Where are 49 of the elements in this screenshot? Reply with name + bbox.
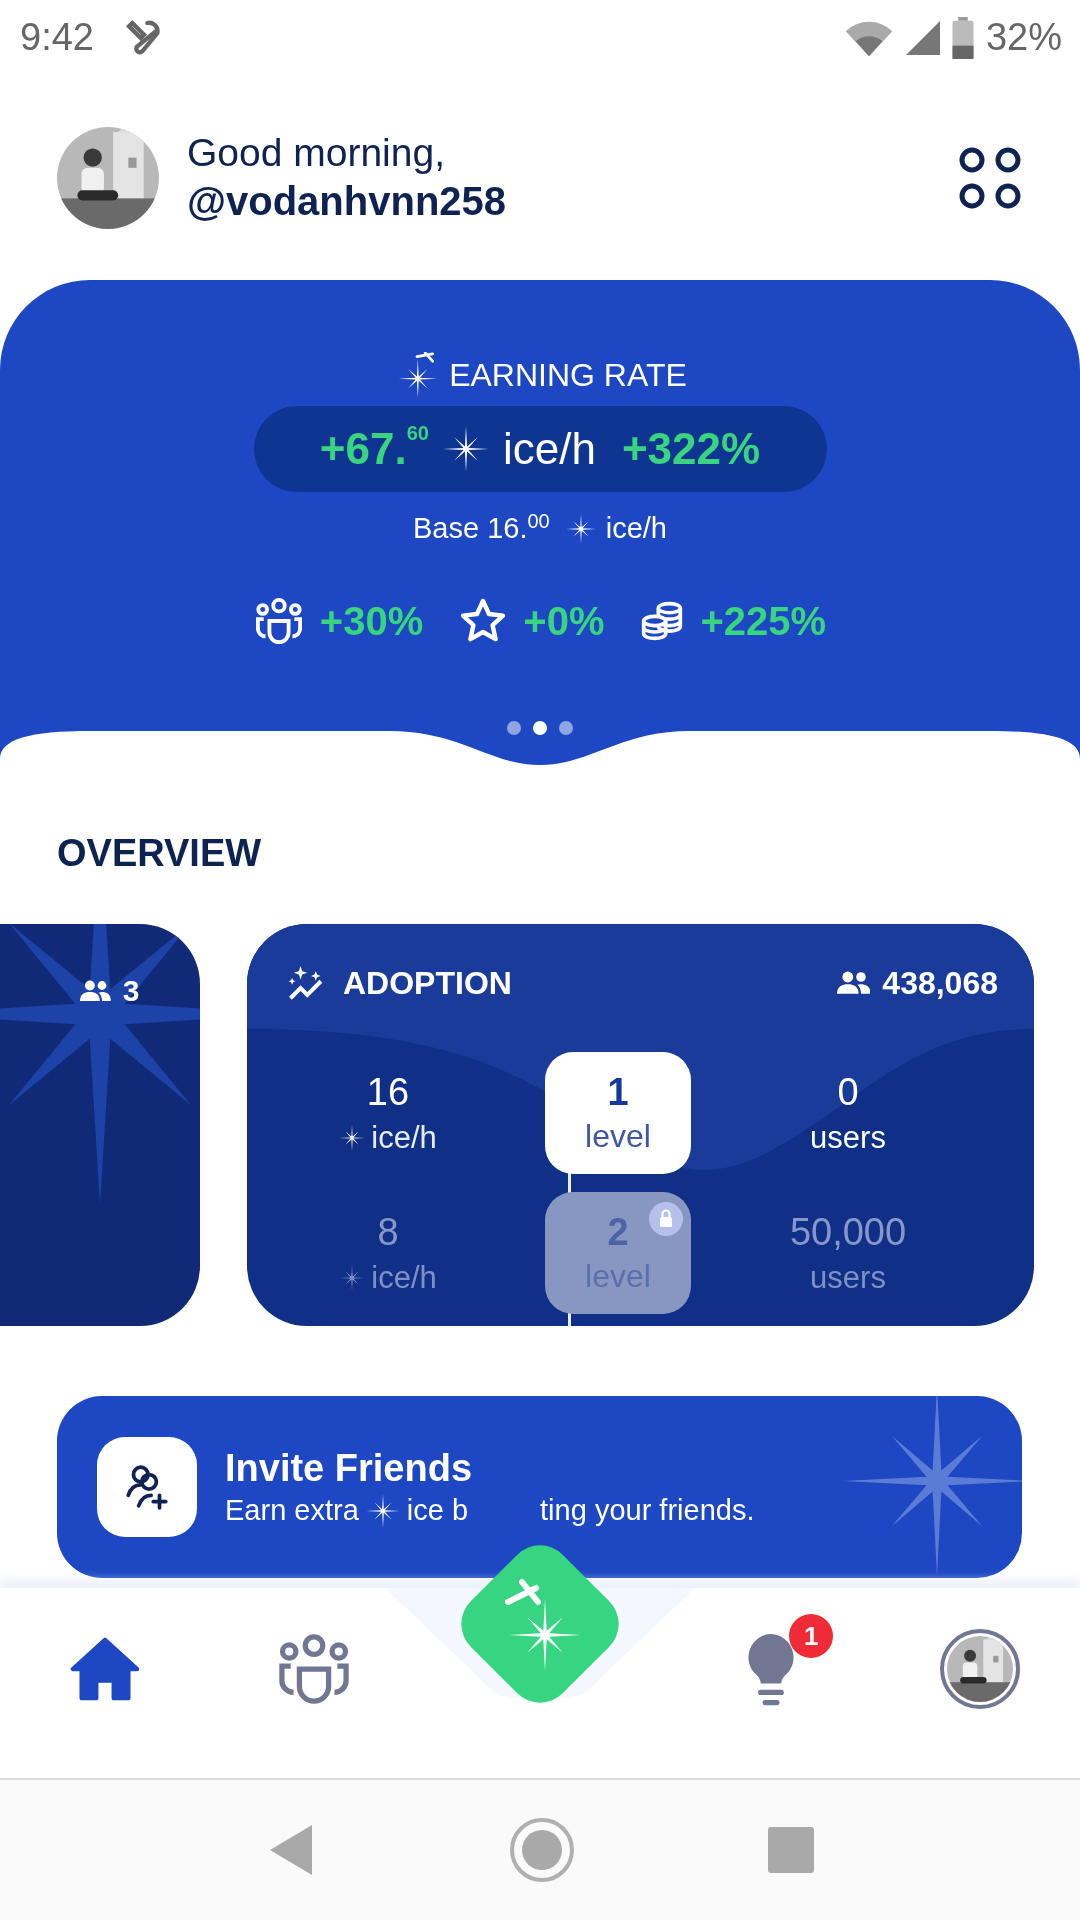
home-button-icon[interactable] <box>508 1816 576 1884</box>
users-label: users <box>810 1259 886 1296</box>
adoption-title: ADOPTION <box>343 964 512 1002</box>
rate-unit: ice/h <box>502 424 596 474</box>
rate-value: 16 <box>366 1070 410 1114</box>
users-icon <box>80 980 111 1002</box>
battery-level: 32% <box>985 16 1062 59</box>
bonus-percent: +225% <box>700 598 827 644</box>
page-dot[interactable] <box>533 721 547 735</box>
username: @vodanhvnn258 <box>187 179 508 224</box>
base-rate: Base 16.$^{00}$ <box>413 512 550 545</box>
level-number: 2 <box>607 1211 629 1254</box>
menu-icon[interactable] <box>958 145 1022 210</box>
team-icon <box>253 598 304 644</box>
home-icon <box>70 1636 140 1702</box>
boost-percent: +322% <box>621 424 761 474</box>
signal-icon <box>905 19 940 56</box>
users-label: users <box>810 1119 886 1156</box>
battery-icon <box>951 16 974 59</box>
tips-tab[interactable]: 1 <box>701 1614 842 1724</box>
earning-rate-title: EARNING RATE <box>449 356 687 394</box>
invite-text: Earn extra <box>225 1494 359 1527</box>
member-count: 3 <box>122 974 140 1008</box>
invite-title: Invite Friends <box>225 1446 474 1490</box>
rate-unit: ice/h <box>371 1259 437 1296</box>
invite-text: ting your friends. <box>540 1494 755 1527</box>
coins-icon <box>640 600 685 642</box>
rate-unit: ice/h <box>605 512 667 545</box>
rate-unit: ice/h <box>371 1119 437 1156</box>
page-dot[interactable] <box>559 721 573 735</box>
users-count: 50,000 <box>789 1210 907 1254</box>
bonus-percent: +30% <box>319 598 424 644</box>
invite-friends-icon <box>97 1437 197 1537</box>
section-title: OVERVIEW <box>56 831 263 876</box>
notification-badge: 1 <box>789 1614 834 1658</box>
bonus-percent: +0% <box>523 598 605 644</box>
page-dot[interactable] <box>507 721 521 735</box>
total-users: 438,068 <box>882 964 998 1002</box>
invite-text: ice b <box>406 1494 469 1527</box>
users-count: 0 <box>837 1070 859 1114</box>
rate-value: 8 <box>377 1210 399 1254</box>
overview-card[interactable]: 3 <box>0 924 200 1326</box>
lock-icon <box>649 1202 683 1236</box>
earning-rate-value: +67.$^{60}$ <box>319 424 429 474</box>
clock-time: 9:42 <box>20 16 94 59</box>
users-icon <box>836 971 871 995</box>
level-number: 1 <box>607 1071 629 1114</box>
level-label: level <box>585 1118 651 1155</box>
greeting: Good morning, <box>187 131 446 175</box>
